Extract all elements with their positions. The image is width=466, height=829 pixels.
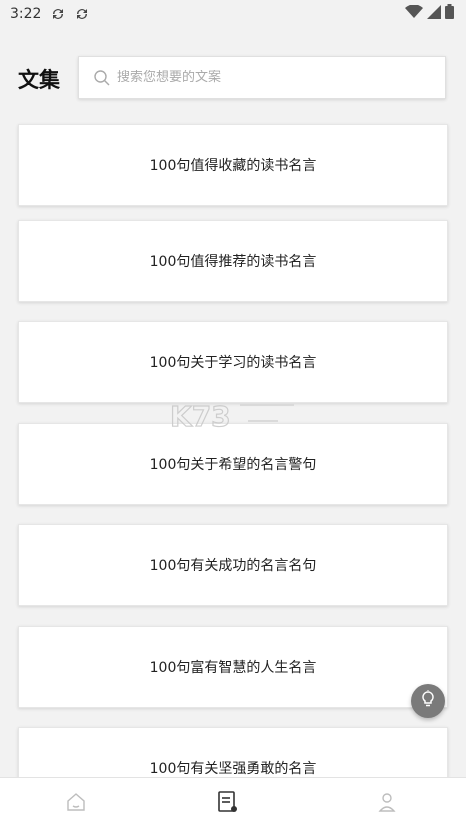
header: 文集 — [0, 50, 466, 106]
collection-card[interactable]: 100句有关成功的名言名句 — [18, 524, 448, 606]
wifi-icon — [405, 3, 423, 23]
collection-card[interactable]: 100句关于希望的名言警句 — [18, 423, 448, 505]
svg-text:K73: K73 — [170, 400, 231, 432]
collection-title: 100句富有智慧的人生名言 — [149, 660, 317, 676]
nav-collections[interactable] — [216, 790, 240, 818]
search-input[interactable] — [117, 70, 417, 85]
status-time: 3:22 — [10, 6, 42, 22]
status-bar: 3:22 — [0, 0, 466, 28]
sync-icon — [49, 5, 67, 23]
profile-icon — [376, 791, 398, 817]
bottom-nav — [0, 777, 466, 829]
collection-card[interactable]: 100句富有智慧的人生名言 — [18, 626, 448, 708]
sync-icon — [73, 5, 91, 23]
collection-title: 100句关于希望的名言警句 — [149, 457, 317, 473]
home-icon — [65, 791, 87, 817]
collection-card[interactable]: 100句有关坚强勇敢的名言 — [18, 727, 448, 777]
collection-title: 100句值得推荐的读书名言 — [149, 254, 317, 270]
search-icon — [93, 69, 111, 87]
lightbulb-button[interactable] — [411, 684, 445, 718]
signal-icon — [427, 4, 441, 23]
search-bar[interactable] — [78, 56, 446, 99]
watermark-logo: K73 — [169, 398, 300, 434]
page-title: 文集 — [18, 68, 60, 92]
battery-icon — [445, 4, 454, 23]
collection-title: 100句有关坚强勇敢的名言 — [149, 761, 317, 777]
collection-card[interactable]: 100句值得收藏的读书名言 — [18, 124, 448, 206]
nav-profile[interactable] — [375, 792, 399, 816]
collection-list: 100句值得收藏的读书名言 100句值得推荐的读书名言 100句关于学习的读书名… — [0, 120, 466, 777]
collection-title: 100句关于学习的读书名言 — [149, 355, 317, 371]
collection-title: 100句值得收藏的读书名言 — [149, 158, 317, 174]
collection-card[interactable]: 100句关于学习的读书名言 — [18, 321, 448, 403]
collection-title: 100句有关成功的名言名句 — [149, 558, 317, 574]
lightbulb-icon — [419, 690, 437, 712]
collection-card[interactable]: 100句值得推荐的读书名言 — [18, 220, 448, 302]
nav-home[interactable] — [64, 792, 88, 816]
document-icon — [216, 790, 240, 818]
